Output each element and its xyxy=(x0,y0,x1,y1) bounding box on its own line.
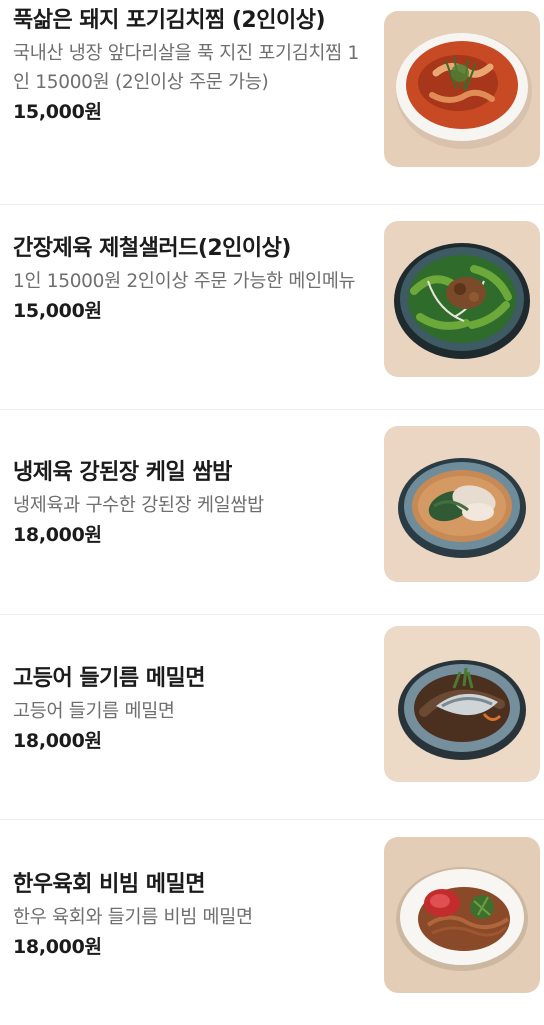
kale-ssambap-photo-icon[interactable] xyxy=(384,426,540,582)
menu-item-description: 냉제육과 구수한 강된장 케일쌈밥 xyxy=(13,495,264,516)
menu-item-name: 간장제육 제철샐러드(2인이상) xyxy=(13,236,291,261)
menu-item-name: 한우육회 비빔 메밀면 xyxy=(13,872,205,897)
menu-item-name: 푹삶은 돼지 포기김치찜 (2인이상) xyxy=(13,8,326,33)
menu-item-soy-pork-salad[interactable]: 간장제육 제철샐러드(2인이상) 1인 15000원 2인이상 주문 가능한 메… xyxy=(0,205,544,410)
menu-item-description: 국내산 냉장 앞다리살을 푹 지진 포기김치찜 1인 15000원 (2인이상 … xyxy=(13,43,359,93)
menu-list: 푹삶은 돼지 포기김치찜 (2인이상) 국내산 냉장 앞다리살을 푹 지진 포기… xyxy=(0,0,544,1025)
menu-item-mackerel-soba[interactable]: 고등어 들기름 메밀면 고등어 들기름 메밀면 18,000원 xyxy=(0,615,544,820)
soy-pork-salad-photo-icon[interactable] xyxy=(384,221,540,377)
kimchi-jjim-photo-icon[interactable] xyxy=(384,11,540,167)
menu-item-price: 15,000원 xyxy=(13,300,102,322)
menu-item-kale-ssambap[interactable]: 냉제육 강된장 케일 쌈밤 냉제육과 구수한 강된장 케일쌈밥 18,000원 xyxy=(0,410,544,615)
menu-item-price: 18,000원 xyxy=(13,730,102,752)
menu-item-description: 1인 15000원 2인이상 주문 가능한 메인메뉴 xyxy=(13,271,356,292)
menu-item-price: 15,000원 xyxy=(13,101,102,123)
menu-item-name: 냉제육 강된장 케일 쌈밤 xyxy=(13,460,232,485)
menu-item-description: 고등어 들기름 메밀면 xyxy=(13,701,175,722)
menu-item-text: 간장제육 제철샐러드(2인이상) 1인 15000원 2인이상 주문 가능한 메… xyxy=(13,233,363,324)
menu-item-text: 한우육회 비빔 메밀면 한우 육회와 들기름 비빔 메밀면 18,000원 xyxy=(13,869,363,960)
menu-item-yukhoe-soba[interactable]: 한우육회 비빔 메밀면 한우 육회와 들기름 비빔 메밀면 18,000원 xyxy=(0,820,544,1025)
mackerel-soba-photo-icon[interactable] xyxy=(384,626,540,782)
menu-item-price: 18,000원 xyxy=(13,524,102,546)
menu-item-description: 한우 육회와 들기름 비빔 메밀면 xyxy=(13,907,253,928)
menu-item-text: 냉제육 강된장 케일 쌈밤 냉제육과 구수한 강된장 케일쌈밥 18,000원 xyxy=(13,457,363,548)
menu-item-text: 푹삶은 돼지 포기김치찜 (2인이상) 국내산 냉장 앞다리살을 푹 지진 포기… xyxy=(13,5,363,125)
menu-item-text: 고등어 들기름 메밀면 고등어 들기름 메밀면 18,000원 xyxy=(13,663,363,754)
yukhoe-soba-photo-icon[interactable] xyxy=(384,837,540,993)
menu-item-kimchi-jjim[interactable]: 푹삶은 돼지 포기김치찜 (2인이상) 국내산 냉장 앞다리살을 푹 지진 포기… xyxy=(0,0,544,205)
menu-item-price: 18,000원 xyxy=(13,936,102,958)
menu-item-name: 고등어 들기름 메밀면 xyxy=(13,666,205,691)
